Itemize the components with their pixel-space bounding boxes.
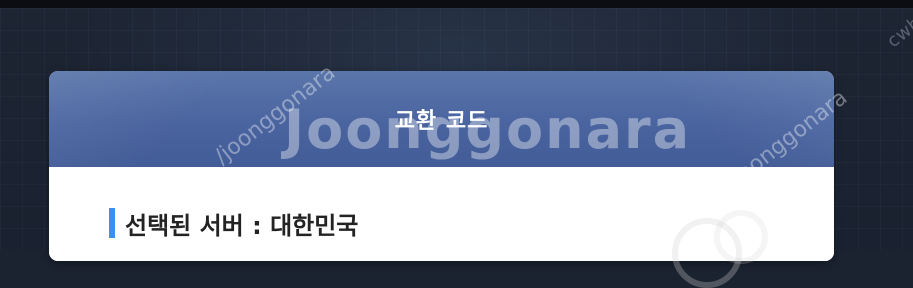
top-strip — [0, 0, 913, 8]
watermark-logo: Joonggonara — [284, 98, 692, 161]
selected-server-row: 선택된 서버 : 대한민국 — [109, 208, 359, 240]
watermark-ring-small — [714, 210, 768, 264]
selected-server-label: 선택된 서버 : 대한민국 — [125, 211, 359, 240]
server-accent-bar — [109, 208, 115, 238]
